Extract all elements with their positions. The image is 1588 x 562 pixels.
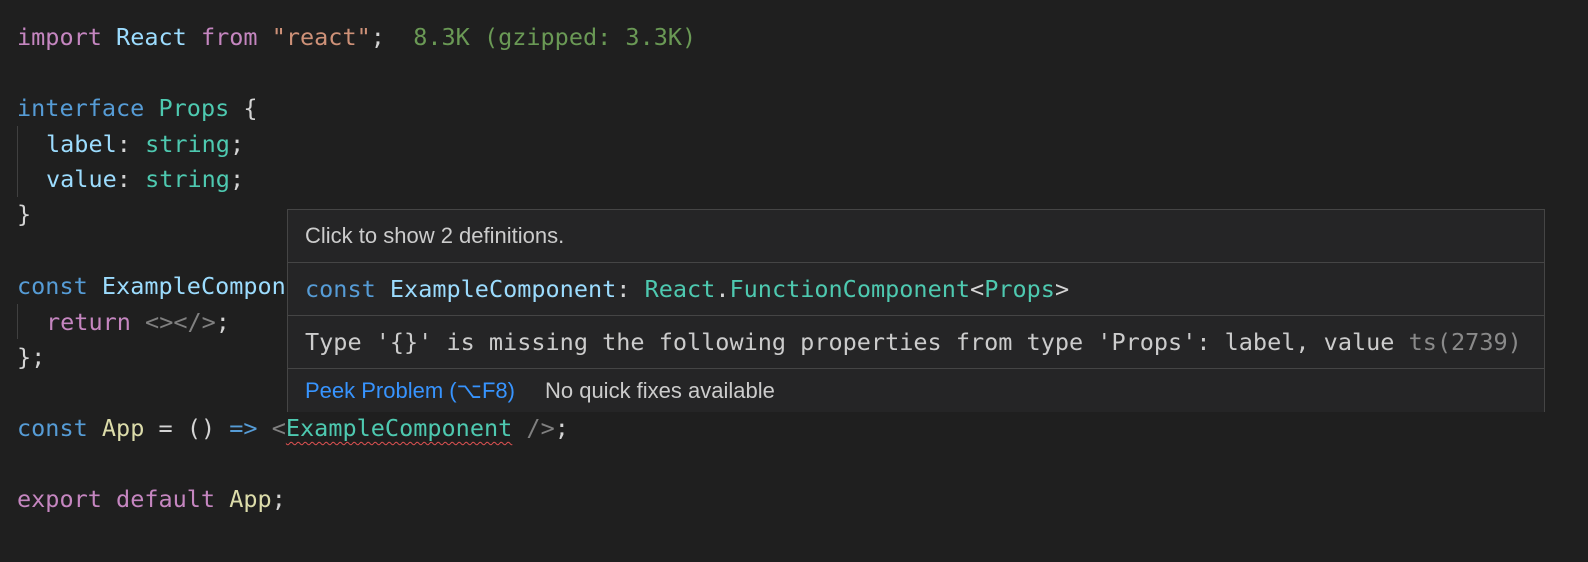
signature-keyword: const	[305, 275, 376, 303]
arrow-operator: =>	[229, 414, 258, 442]
signature-type: FunctionComponent	[729, 275, 971, 303]
semicolon: ;	[554, 414, 569, 442]
string-react: "react"	[271, 23, 371, 51]
hover-widget: Click to show 2 definitions. const Examp…	[287, 209, 1545, 412]
hover-actions-bar: Peek Problem (⌥F8) No quick fixes availab…	[288, 369, 1544, 412]
type-string: string	[145, 130, 230, 158]
error-component-reference[interactable]: ExampleComponent	[286, 414, 512, 442]
import-cost-hint: 8.3K (gzipped: 3.3K)	[413, 23, 697, 51]
code-line-3: interface Props {	[17, 90, 258, 126]
fragment: <></>	[145, 308, 216, 336]
signature-namespace: React	[644, 275, 716, 303]
open-brace: {	[243, 94, 258, 122]
signature-dot: .	[715, 275, 730, 303]
code-line-1: import React from "react"; 8.3K (gzipped…	[17, 19, 696, 55]
indent-guide	[17, 304, 18, 339]
peek-problem-link[interactable]: Peek Problem (⌥F8)	[305, 378, 515, 403]
colon: :	[116, 165, 131, 193]
keyword-interface: interface	[17, 94, 145, 122]
semicolon: ;	[229, 130, 245, 158]
definitions-hint[interactable]: Click to show 2 definitions.	[288, 210, 1544, 262]
prop-label: label	[46, 130, 117, 158]
type-string: string	[145, 165, 230, 193]
code-line-8: const ExampleCompon	[17, 268, 286, 304]
close-brace: }	[17, 200, 32, 228]
equals: =	[158, 414, 173, 442]
signature-colon: :	[616, 275, 631, 303]
identifier-app: App	[101, 414, 145, 442]
no-quick-fixes-text: No quick fixes available	[544, 378, 775, 403]
keyword-return: return	[46, 308, 131, 336]
error-message: Type '{}' is missing the following prope…	[288, 316, 1544, 368]
identifier-app: App	[229, 485, 272, 513]
hover-signature: const ExampleComponent: React.FunctionCo…	[288, 263, 1544, 315]
code-line-4: label: string;	[46, 126, 244, 162]
keyword-import: import	[17, 23, 102, 51]
semicolon: ;	[215, 308, 230, 336]
code-line-5: value: string;	[46, 161, 244, 197]
tag-close: />	[526, 414, 555, 442]
keyword-export: export	[17, 485, 102, 513]
type-props: Props	[158, 94, 230, 122]
signature-lt: <	[970, 275, 985, 303]
code-line-10: };	[17, 339, 45, 375]
identifier-example-component: ExampleCompon	[101, 272, 286, 300]
parens: ()	[186, 414, 216, 442]
code-line-6: }	[17, 196, 31, 232]
code-line-14: export default App;	[17, 481, 286, 517]
keyword-const: const	[17, 414, 88, 442]
code-editor[interactable]: import React from "react"; 8.3K (gzipped…	[0, 0, 1588, 562]
error-text: Type '{}' is missing the following prope…	[305, 328, 1395, 356]
colon: :	[116, 130, 131, 158]
semicolon: ;	[271, 485, 286, 513]
identifier-react: React	[116, 23, 187, 51]
keyword-const: const	[17, 272, 88, 300]
error-code: ts(2739)	[1408, 328, 1522, 356]
signature-name: ExampleComponent	[389, 275, 617, 303]
close-block: };	[17, 343, 46, 371]
semicolon: ;	[370, 23, 385, 51]
signature-generic: Props	[984, 275, 1055, 303]
code-line-9: return <></>;	[46, 304, 230, 340]
tag-open: <	[271, 414, 286, 442]
code-line-12: const App = () => <ExampleComponent />;	[17, 410, 569, 446]
keyword-default: default	[116, 485, 216, 513]
keyword-from: from	[200, 23, 258, 51]
indent-guide	[17, 126, 18, 197]
prop-value: value	[46, 165, 117, 193]
semicolon: ;	[229, 165, 245, 193]
signature-gt: >	[1054, 275, 1070, 303]
